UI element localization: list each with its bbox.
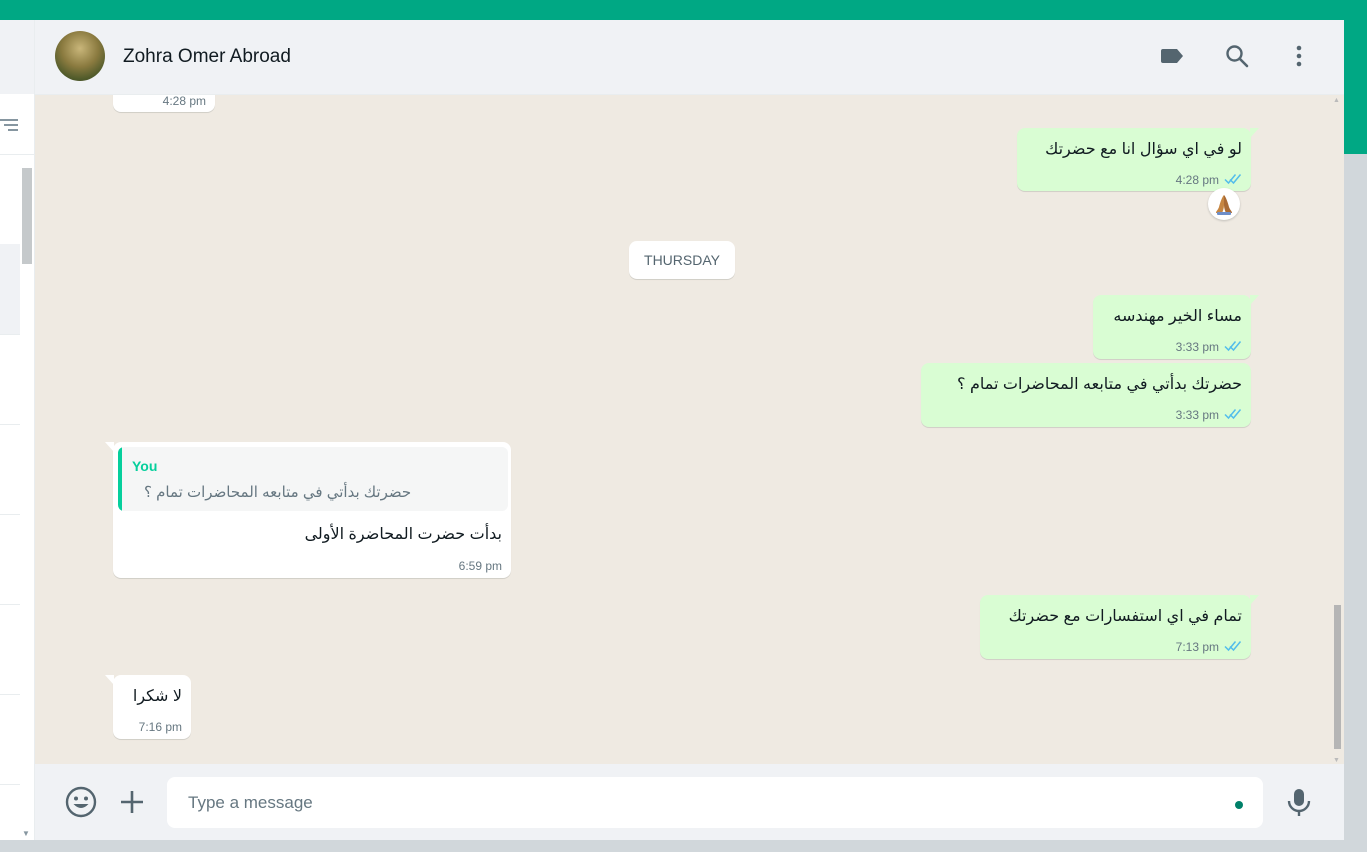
quote-text: حضرتك بدأتي في متابعه المحاضرات تمام ؟ [144,484,412,501]
chat-list-item[interactable] [0,604,20,695]
message-text: لو في اي سؤال انا مع حضرتك [1045,141,1242,158]
quote-author: You [132,458,158,474]
read-ticks-icon [1224,409,1242,420]
sidebar-scrollbar-thumb[interactable] [22,168,32,264]
search-icon[interactable] [1224,43,1250,69]
message-time: 4:28 pm [162,95,206,108]
filter-icon[interactable] [0,118,18,132]
chat-list-item[interactable] [0,334,20,425]
read-ticks-icon [1224,174,1242,185]
sidebar-header [0,20,34,94]
message-bubble-outgoing[interactable]: تمام في اي استفسارات مع حضرتك 7:13 pm [980,595,1259,659]
praying-hands-emoji-icon [1216,195,1232,215]
message-time: 4:28 pm [1175,173,1219,187]
message-bubble-incoming[interactable]: 4:28 pm [113,95,215,112]
scroll-down-icon[interactable]: ▼ [1333,757,1340,764]
chat-list-sidebar: ▼ [0,20,35,840]
message-text: بدأت حضرت المحاضرة الأولى [304,526,502,543]
message-time: 3:33 pm [1175,340,1219,354]
message-bubble-incoming[interactable]: لا شكرا 7:16 pm [105,675,191,739]
chat-list-item-active[interactable] [0,244,20,335]
read-ticks-icon [1224,641,1242,652]
conversation-scrollbar[interactable]: ▲ ▼ [1333,95,1341,764]
message-bubble-incoming[interactable]: You حضرتك بدأتي في متابعه المحاضرات تمام… [105,442,511,578]
scroll-up-icon[interactable]: ▲ [1333,97,1340,104]
message-time: 7:16 pm [138,720,182,734]
conversation-scrollbar-thumb[interactable] [1334,605,1341,749]
message-text: مساء الخير مهندسه [1113,308,1242,325]
contact-name[interactable]: Zohra Omer Abroad [123,46,291,68]
message-text: لا شكرا [132,688,182,705]
microphone-icon[interactable] [1282,785,1316,819]
bubble-tail [1250,595,1259,605]
message-bubble-outgoing[interactable]: لو في اي سؤال انا مع حضرتك 4:28 pm [1017,128,1259,191]
message-text: تمام في اي استفسارات مع حضرتك [1008,608,1242,625]
chat-list-item[interactable] [0,514,20,605]
message-bubble-outgoing[interactable]: مساء الخير مهندسه 3:33 pm [1093,295,1259,359]
message-bubble-outgoing[interactable]: حضرتك بدأتي في متابعه المحاضرات تمام ؟ 3… [921,363,1251,427]
bubble-tail [1250,128,1259,138]
app-background-edge [1344,154,1367,840]
chat-header: Zohra Omer Abroad [35,20,1344,95]
bubble-tail [1250,295,1259,305]
chat-list-item[interactable] [0,424,20,515]
quoted-message[interactable]: You حضرتك بدأتي في متابعه المحاضرات تمام… [118,447,508,511]
read-ticks-icon [1224,341,1242,352]
quote-accent-bar [118,447,122,511]
sidebar-scroll-down-icon[interactable]: ▼ [22,829,30,838]
message-time: 6:59 pm [458,559,502,573]
message-reaction[interactable] [1208,188,1240,220]
app-top-band [0,0,1367,20]
chat-list-item[interactable] [0,154,20,245]
app-accent-band [1344,20,1367,154]
menu-icon[interactable] [1286,43,1312,69]
bubble-tail [105,442,114,452]
attach-plus-icon[interactable] [115,785,149,819]
message-time: 3:33 pm [1175,408,1219,422]
chat-list-item[interactable] [0,694,20,785]
message-text: حضرتك بدأتي في متابعه المحاضرات تمام ؟ [957,376,1242,393]
message-time: 7:13 pm [1175,640,1219,654]
message-input[interactable] [167,777,1263,828]
label-icon[interactable] [1160,43,1186,69]
emoji-icon[interactable] [64,785,98,819]
conversation-panel[interactable]: 4:28 pm لو في اي سؤال انا مع حضرتك 4:28 … [35,95,1344,764]
message-composer [35,764,1344,840]
contact-avatar[interactable] [55,31,105,81]
app-bottom-edge [0,840,1367,852]
date-separator: THURSDAY [629,241,735,279]
input-status-dot [1235,801,1243,809]
bubble-tail [105,675,114,685]
